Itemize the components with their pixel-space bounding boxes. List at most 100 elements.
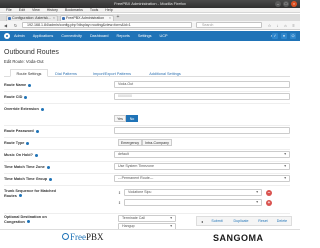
- reload-icon[interactable]: ↻: [13, 23, 18, 28]
- browser-tabbar: Configuration: Asterisk... × FreePBX Adm…: [0, 14, 300, 21]
- nav-applications[interactable]: Applications: [33, 31, 53, 41]
- divider: [4, 91, 290, 92]
- override-yes-button[interactable]: Yes: [114, 115, 126, 122]
- route-cid-input[interactable]: 0000000: [114, 93, 290, 100]
- music-on-hold-select[interactable]: default: [114, 151, 290, 158]
- freepbx-logo-icon[interactable]: [4, 33, 10, 39]
- label-route-cid: Route CID: [4, 95, 28, 99]
- help-icon[interactable]: [28, 83, 32, 87]
- label-route-name: Route Name: [4, 83, 32, 87]
- route-type-emergency[interactable]: Emergency: [118, 139, 142, 146]
- help-icon[interactable]: [35, 129, 39, 133]
- override-extension-toggle: Yes No: [114, 115, 138, 122]
- browser-menubar: File Edit View History Bookmarks Tools H…: [0, 8, 300, 13]
- row-time-group: Time Match Time Group ---Permanent Route…: [4, 175, 290, 184]
- divider: [4, 149, 290, 150]
- browser-toolbar-icons: ☆ ↓ ⌂ ≡: [267, 23, 296, 28]
- freepbx-nav: Admin Applications Connectivity Dashboar…: [0, 31, 300, 41]
- nav-ucp[interactable]: UCP: [160, 31, 168, 41]
- menu-view[interactable]: View: [32, 8, 40, 12]
- time-zone-select[interactable]: Use System Timezone: [114, 163, 290, 170]
- destination-type-select[interactable]: Terminate Call: [118, 215, 176, 222]
- browser-tab-label: FreePBX Administration: [66, 16, 105, 20]
- override-no-button[interactable]: No: [126, 115, 138, 122]
- nav-connectivity[interactable]: Connectivity: [61, 31, 82, 41]
- url-bar[interactable]: 192.168.1.84/admin/config.php?display=ro…: [22, 22, 192, 28]
- window-title: FreePBX Administration - Mozilla Firefox: [114, 1, 186, 6]
- back-icon[interactable]: ◀: [3, 23, 8, 28]
- nav-reports[interactable]: Reports: [117, 31, 130, 41]
- browser-navbar: ◀ ↻ 192.168.1.84/admin/config.php?displa…: [0, 21, 300, 30]
- page-subtitle: Edit Route: Voda-Out: [4, 59, 44, 64]
- nav-right-buttons: ✓ ● ⏻: [272, 33, 296, 39]
- row-music-on-hold: Music On Hold? default: [4, 151, 290, 160]
- help-icon[interactable]: [26, 220, 30, 223]
- main-content: Outbound Routes Edit Route: Voda-Out Rou…: [0, 41, 300, 248]
- row-route-cid: Route CID 0000000: [4, 93, 290, 102]
- row-route-password: Route Password: [4, 127, 290, 136]
- row-time-zone: Time Match Time Zone Use System Timezone: [4, 163, 290, 172]
- freepbx-logo: FreePBX: [70, 232, 104, 242]
- menu-edit[interactable]: Edit: [19, 8, 25, 12]
- bookmark-star-icon[interactable]: ☆: [267, 23, 272, 28]
- route-password-input[interactable]: [114, 127, 290, 134]
- menu-help[interactable]: Help: [105, 8, 112, 12]
- browser-search-input[interactable]: Search: [196, 22, 262, 28]
- form-tabs: Route Settings Dial Patterns Import/Expo…: [4, 68, 290, 77]
- help-icon[interactable]: [24, 95, 28, 99]
- help-icon[interactable]: [26, 141, 30, 145]
- tab-import-export[interactable]: Import/Export Patterns: [84, 69, 140, 77]
- menu-bookmarks[interactable]: Bookmarks: [65, 8, 83, 12]
- divider: [4, 161, 290, 162]
- close-icon[interactable]: ×: [291, 1, 297, 7]
- label-time-group: Time Match Time Group: [4, 177, 53, 181]
- minimize-icon[interactable]: –: [275, 1, 281, 7]
- divider: [4, 173, 290, 174]
- menu-tools[interactable]: Tools: [90, 8, 98, 12]
- drag-handle-icon[interactable]: ⇕: [118, 191, 122, 195]
- divider: [4, 103, 290, 104]
- remove-trunk-icon[interactable]: −: [266, 190, 272, 196]
- help-icon[interactable]: [49, 177, 53, 181]
- user-icon[interactable]: ●: [281, 33, 287, 39]
- route-type-intra-company[interactable]: Intra-Company: [142, 139, 172, 146]
- favicon-icon: [62, 17, 65, 20]
- tab-dial-patterns[interactable]: Dial Patterns: [50, 69, 82, 77]
- apply-config-icon[interactable]: ✓: [272, 33, 278, 39]
- nav-dashboard[interactable]: Dashboard: [90, 31, 109, 41]
- menu-history[interactable]: History: [47, 8, 58, 12]
- tab-route-settings[interactable]: Route Settings: [10, 69, 48, 77]
- help-icon[interactable]: [34, 153, 38, 157]
- browser-tab-label: Configuration: Asterisk...: [12, 16, 51, 20]
- label-music-on-hold: Music On Hold?: [4, 153, 38, 157]
- label-optional-destination: Optional Destination on Congestion: [4, 215, 47, 224]
- submit-button[interactable]: Submit: [207, 218, 227, 225]
- delete-button[interactable]: Delete: [273, 218, 291, 225]
- trunk-select-1[interactable]: Vodafone Sipu: [124, 189, 262, 196]
- help-icon[interactable]: [40, 107, 44, 111]
- nav-settings[interactable]: Settings: [138, 31, 152, 41]
- divider: [4, 185, 290, 186]
- maximize-icon[interactable]: □: [283, 1, 289, 7]
- logout-icon[interactable]: ⏻: [290, 33, 296, 39]
- route-name-input[interactable]: Voda-Out: [114, 81, 290, 88]
- window-controls: – □ ×: [275, 1, 297, 7]
- time-group-select[interactable]: ---Permanent Route---: [114, 175, 290, 182]
- tab-additional-settings[interactable]: Additional Settings: [142, 69, 188, 77]
- help-icon[interactable]: [46, 165, 50, 169]
- hamburger-menu-icon[interactable]: ≡: [291, 23, 296, 28]
- duplicate-button[interactable]: Duplicate: [229, 218, 253, 225]
- row-route-type: Route Type Emergency Intra-Company: [4, 139, 290, 148]
- page-footer: FreePBX SANGOMA: [0, 229, 300, 248]
- freepbx-menu: Admin Applications Connectivity Dashboar…: [14, 31, 168, 41]
- downloads-icon[interactable]: ↓: [275, 23, 280, 28]
- reset-button[interactable]: Reset: [255, 218, 271, 225]
- collapse-arrow-icon[interactable]: ◂: [199, 218, 205, 225]
- home-icon[interactable]: ⌂: [283, 23, 288, 28]
- action-bar: ◂ Submit Duplicate Reset Delete: [196, 216, 292, 226]
- menu-file[interactable]: File: [6, 8, 12, 12]
- nav-admin[interactable]: Admin: [14, 31, 25, 41]
- page-title: Outbound Routes: [4, 49, 59, 56]
- help-icon[interactable]: [18, 194, 22, 197]
- sangoma-logo: SANGOMA: [213, 233, 264, 243]
